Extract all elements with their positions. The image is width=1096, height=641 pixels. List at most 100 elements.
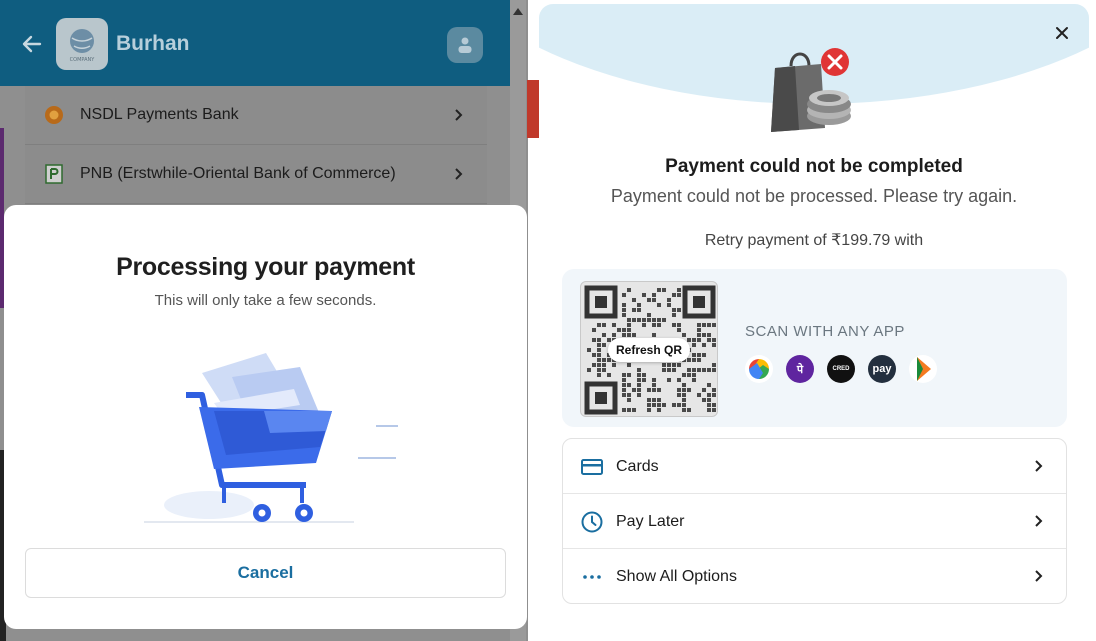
scroll-up-arrow-icon[interactable] — [513, 8, 523, 15]
qr-module — [662, 403, 666, 407]
svg-text:COMPANY: COMPANY — [70, 57, 96, 63]
phonepe-icon[interactable]: पे — [786, 355, 814, 383]
qr-module — [597, 338, 601, 342]
qr-module — [712, 323, 716, 327]
checkout-background: COMPANY Burhan NSDL Payments Bank PNB (E… — [0, 0, 528, 641]
qr-module — [627, 323, 631, 327]
qr-module — [692, 373, 696, 377]
qr-module — [657, 408, 661, 412]
retry-amount-text: Retry payment of ₹199.79 with — [704, 232, 924, 249]
qr-module — [637, 318, 641, 322]
qr-module — [712, 403, 716, 407]
option-cards[interactable]: Cards — [563, 439, 1066, 494]
qr-module — [597, 373, 601, 377]
globe-logo-icon: COMPANY — [70, 29, 96, 63]
amazon-pay-icon[interactable]: pay — [868, 355, 896, 383]
qr-module — [707, 403, 711, 407]
qr-module — [637, 368, 641, 372]
qr-module — [677, 363, 681, 367]
qr-module — [627, 393, 631, 397]
checkout-header: COMPANY Burhan — [0, 0, 510, 86]
qr-module — [587, 348, 591, 352]
bhim-icon[interactable] — [909, 355, 937, 383]
qr-module — [627, 328, 631, 332]
qr-module — [692, 378, 696, 382]
option-show-all[interactable]: Show All Options — [563, 549, 1066, 604]
screen: COMPANY Burhan NSDL Payments Bank PNB (E… — [0, 0, 1096, 641]
qr-module — [627, 318, 631, 322]
qr-module — [622, 408, 626, 412]
qr-module — [677, 328, 681, 332]
google-pay-icon[interactable] — [745, 355, 773, 383]
qr-module — [677, 323, 681, 327]
upi-app-list: पे CRED pay — [745, 355, 937, 383]
qr-module — [592, 338, 596, 342]
bank-row-pnb[interactable]: PNB (Erstwhile-Oriental Bank of Commerce… — [25, 145, 487, 204]
option-label: Cards — [616, 458, 659, 475]
qr-module — [652, 403, 656, 407]
qr-module — [632, 388, 636, 392]
qr-module — [627, 333, 631, 337]
qr-module — [677, 308, 681, 312]
qr-module — [627, 398, 631, 402]
close-button[interactable] — [1051, 22, 1073, 44]
qr-module — [632, 333, 636, 337]
processing-subtitle: This will only take a few seconds. — [154, 292, 377, 309]
qr-module — [597, 368, 601, 372]
qr-module — [707, 393, 711, 397]
qr-module — [712, 393, 716, 397]
qr-module — [692, 368, 696, 372]
shopping-cart-illustration-icon — [144, 353, 398, 523]
qr-module — [637, 383, 641, 387]
qr-module — [602, 323, 606, 327]
qr-module — [672, 308, 676, 312]
qr-module — [682, 393, 686, 397]
qr-module — [702, 343, 706, 347]
qr-module — [592, 353, 596, 357]
chevron-right-icon — [455, 109, 463, 121]
qr-module — [602, 368, 606, 372]
qr-module — [672, 368, 676, 372]
qr-module — [612, 363, 616, 367]
qr-module — [687, 358, 691, 362]
cred-icon[interactable]: CRED — [827, 355, 855, 383]
qr-module — [637, 373, 641, 377]
qr-module — [652, 293, 656, 297]
qr-module — [712, 338, 716, 342]
qr-module — [687, 388, 691, 392]
processing-payment-modal: Processing your payment This will only t… — [4, 205, 527, 629]
qr-module — [637, 303, 641, 307]
qr-module — [672, 403, 676, 407]
qr-module — [657, 323, 661, 327]
qr-module — [647, 318, 651, 322]
qr-module — [652, 398, 656, 402]
side-tab[interactable] — [527, 80, 539, 138]
qr-module — [662, 288, 666, 292]
qr-module — [692, 338, 696, 342]
back-arrow-icon[interactable] — [20, 32, 44, 56]
qr-module — [602, 343, 606, 347]
qr-module — [662, 363, 666, 367]
close-icon — [1056, 27, 1068, 39]
qr-module — [627, 373, 631, 377]
failure-subtitle: Payment could not be processed. Please t… — [610, 186, 1018, 206]
qr-module — [622, 293, 626, 297]
qr-module — [682, 403, 686, 407]
qr-module — [602, 333, 606, 337]
qr-code[interactable]: Refresh QR — [580, 281, 718, 417]
qr-module — [662, 318, 666, 322]
account-icon[interactable] — [447, 27, 483, 63]
qr-module — [697, 333, 701, 337]
qr-module — [607, 358, 611, 362]
qr-module — [597, 323, 601, 327]
refresh-qr-button[interactable]: Refresh QR — [608, 338, 690, 362]
option-pay-later[interactable]: Pay Later — [563, 494, 1066, 549]
qr-module — [672, 323, 676, 327]
bank-row-nsdl[interactable]: NSDL Payments Bank — [25, 86, 487, 145]
qr-module — [682, 383, 686, 387]
qr-module — [697, 358, 701, 362]
qr-module — [707, 323, 711, 327]
cancel-button[interactable]: Cancel — [25, 548, 506, 598]
processing-title: Processing your payment — [116, 253, 415, 281]
bhim-logo-icon — [917, 357, 931, 381]
